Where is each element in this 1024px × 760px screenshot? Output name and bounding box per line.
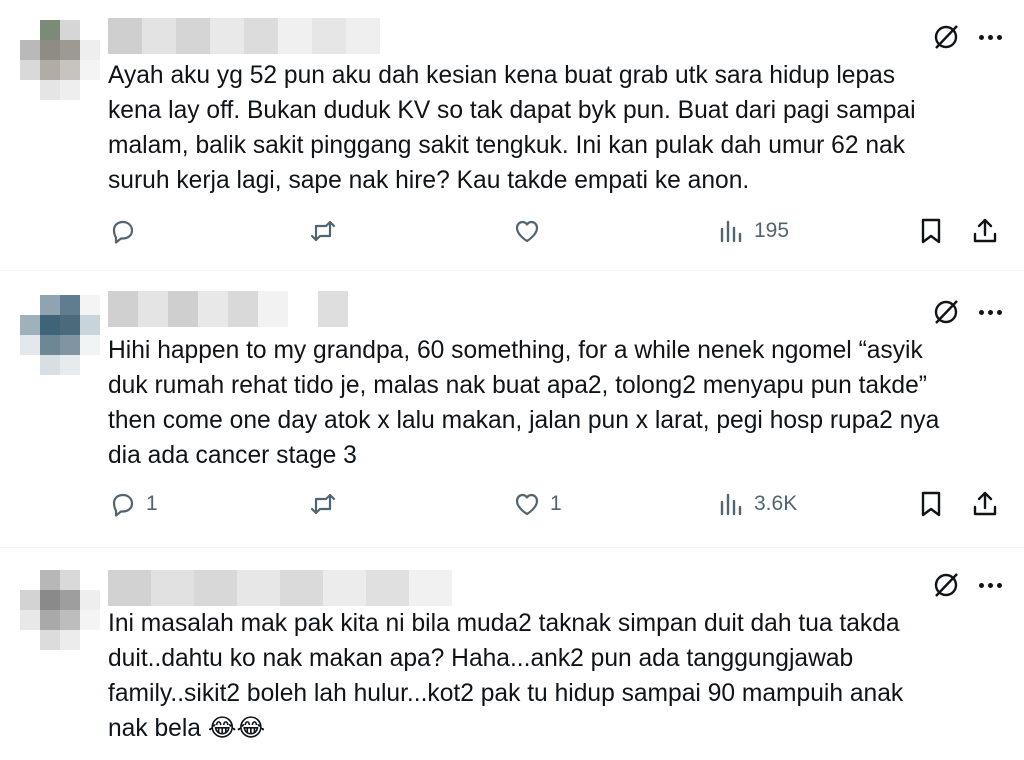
like-button[interactable]: 1 [512,489,562,519]
reply-button[interactable] [108,216,146,246]
reply-icon [112,493,134,517]
reply-button[interactable]: 1 [108,489,158,519]
heart-icon [515,493,539,516]
tweet-text: Ayah aku yg 52 pun aku dah kesian kena b… [108,62,916,194]
heart-icon [515,220,539,243]
more-icon[interactable] [979,582,1002,588]
views-count: 3.6K [754,492,798,515]
tweet-top-icons [931,297,1002,327]
grok-icon[interactable] [931,22,961,52]
username-blurred[interactable] [108,291,348,327]
tweet-actions: 1 1 3.6K [108,489,1000,525]
views-button[interactable]: 195 [716,216,789,246]
views-icon [720,493,742,516]
tweet-top-icons [931,570,1002,600]
retweet-button[interactable] [308,489,346,519]
like-count: 1 [550,492,562,515]
username-blurred[interactable] [108,18,380,54]
bookmark-icon [921,491,941,517]
tweet-2[interactable]: Hihi happen to my grandpa, 60 something,… [0,271,1024,547]
tweet-1[interactable]: Ayah aku yg 52 pun aku dah kesian kena b… [0,0,1024,270]
views-icon [720,220,742,243]
bookmark-button[interactable] [916,216,946,246]
avatar[interactable] [20,570,100,650]
grok-icon[interactable] [931,570,961,600]
share-button[interactable] [970,489,1000,519]
username-blurred[interactable] [108,570,452,606]
tweet-3[interactable]: Ini masalah mak pak kita ni bila muda2 t… [0,548,1024,760]
reply-icon [112,220,134,244]
like-button[interactable] [512,216,550,246]
retweet-button[interactable] [308,216,346,246]
bookmark-button[interactable] [916,489,946,519]
share-icon [973,218,997,243]
tweet-text: Hihi happen to my grandpa, 60 something,… [108,337,940,469]
more-icon[interactable] [979,309,1002,315]
share-icon [973,491,997,516]
views-button[interactable]: 3.6K [716,489,797,519]
tweet-text: Ini masalah mak pak kita ni bila muda2 t… [108,610,904,742]
share-button[interactable] [970,216,1000,246]
grok-icon[interactable] [931,297,961,327]
retweet-icon [310,220,336,242]
bookmark-icon [921,218,941,244]
tweet-top-icons [931,22,1002,52]
tweet-actions: 195 [108,216,1000,252]
avatar[interactable] [20,295,100,375]
reply-count: 1 [146,492,158,515]
views-count: 195 [754,219,790,242]
avatar[interactable] [20,20,100,100]
more-icon[interactable] [979,34,1002,40]
retweet-icon [310,493,336,515]
